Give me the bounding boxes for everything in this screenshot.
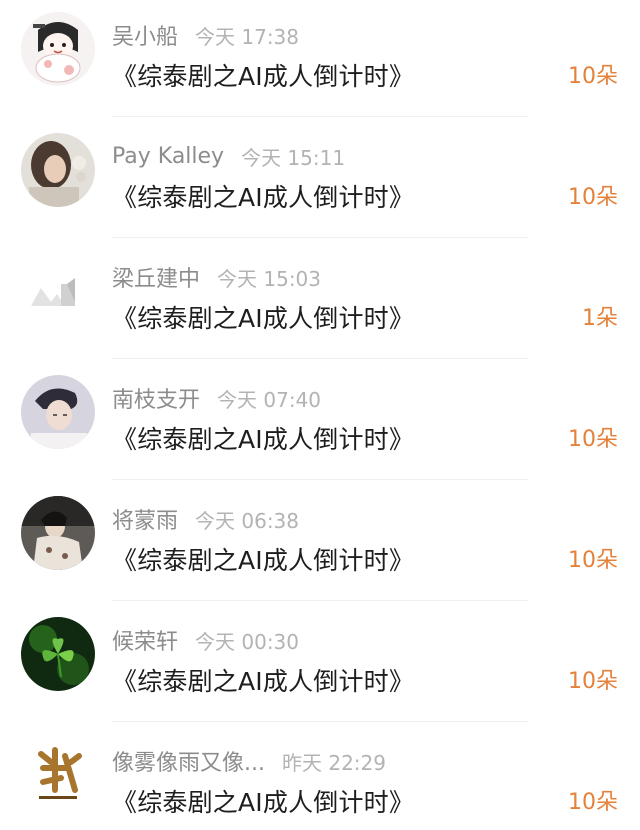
item-title: 《综泰剧之AI成人倒计时》 <box>112 62 415 91</box>
list-item[interactable]: 候荣轩 今天 00:30 《综泰剧之AI成人倒计时》 10朵 <box>0 605 640 726</box>
list-item[interactable]: 南枝支开 今天 07:40 《综泰剧之AI成人倒计时》 10朵 <box>0 363 640 484</box>
avatar[interactable] <box>21 133 95 207</box>
list-item[interactable]: 将蒙雨 今天 06:38 《综泰剧之AI成人倒计时》 10朵 <box>0 484 640 605</box>
avatar[interactable] <box>21 496 95 570</box>
list-item[interactable]: 梁丘建中 今天 15:03 《综泰剧之AI成人倒计时》 1朵 <box>0 242 640 363</box>
list-item[interactable]: Pay Kalley 今天 15:11 《综泰剧之AI成人倒计时》 10朵 <box>0 121 640 242</box>
username[interactable]: 南枝支开 <box>112 382 200 414</box>
username[interactable]: 候荣轩 <box>112 624 178 656</box>
flower-count: 10朵 <box>568 185 618 210</box>
username[interactable]: Pay Kalley <box>112 144 224 169</box>
item-title: 《综泰剧之AI成人倒计时》 <box>112 667 415 696</box>
avatar[interactable] <box>21 617 95 691</box>
photo-portrait-avatar-icon <box>21 375 95 449</box>
calligraphy-logo-avatar-icon <box>21 738 95 812</box>
divider <box>112 721 528 722</box>
photo-portrait-avatar-icon <box>21 496 95 570</box>
photo-portrait-avatar-icon <box>21 133 95 207</box>
timestamp: 今天 06:38 <box>195 508 300 533</box>
flower-count: 10朵 <box>568 548 618 573</box>
clover-leaf-avatar-icon <box>21 617 95 691</box>
faded-sketch-avatar-icon <box>21 254 95 328</box>
flower-count: 1朵 <box>582 306 618 331</box>
username[interactable]: 像雾像雨又像... <box>112 745 265 777</box>
item-title: 《综泰剧之AI成人倒计时》 <box>112 546 415 575</box>
avatar[interactable] <box>21 12 95 86</box>
flower-count: 10朵 <box>568 790 618 815</box>
divider <box>112 600 528 601</box>
timestamp: 今天 17:38 <box>195 24 300 49</box>
list-item[interactable]: 吴小船 今天 17:38 《综泰剧之AI成人倒计时》 10朵 <box>0 0 640 121</box>
cartoon-girl-avatar-icon <box>21 12 95 86</box>
avatar[interactable] <box>21 254 95 328</box>
timestamp: 今天 07:40 <box>217 387 322 412</box>
flower-count: 10朵 <box>568 669 618 694</box>
divider <box>112 116 528 117</box>
item-title: 《综泰剧之AI成人倒计时》 <box>112 183 415 212</box>
username[interactable]: 梁丘建中 <box>112 261 200 293</box>
avatar[interactable] <box>21 375 95 449</box>
username[interactable]: 吴小船 <box>112 19 178 51</box>
timestamp: 今天 15:03 <box>217 266 322 291</box>
divider <box>112 358 528 359</box>
timestamp: 今天 00:30 <box>195 629 300 654</box>
avatar[interactable] <box>21 738 95 812</box>
gift-record-list: 吴小船 今天 17:38 《综泰剧之AI成人倒计时》 10朵 Pay Kalle… <box>0 0 640 830</box>
flower-count: 10朵 <box>568 64 618 89</box>
item-title: 《综泰剧之AI成人倒计时》 <box>112 788 415 817</box>
username[interactable]: 将蒙雨 <box>112 503 178 535</box>
divider <box>112 237 528 238</box>
flower-count: 10朵 <box>568 427 618 452</box>
item-title: 《综泰剧之AI成人倒计时》 <box>112 304 415 333</box>
list-item[interactable]: 像雾像雨又像... 昨天 22:29 《综泰剧之AI成人倒计时》 10朵 <box>0 726 640 830</box>
item-title: 《综泰剧之AI成人倒计时》 <box>112 425 415 454</box>
timestamp: 今天 15:11 <box>241 145 346 170</box>
timestamp: 昨天 22:29 <box>281 750 386 775</box>
divider <box>112 479 528 480</box>
